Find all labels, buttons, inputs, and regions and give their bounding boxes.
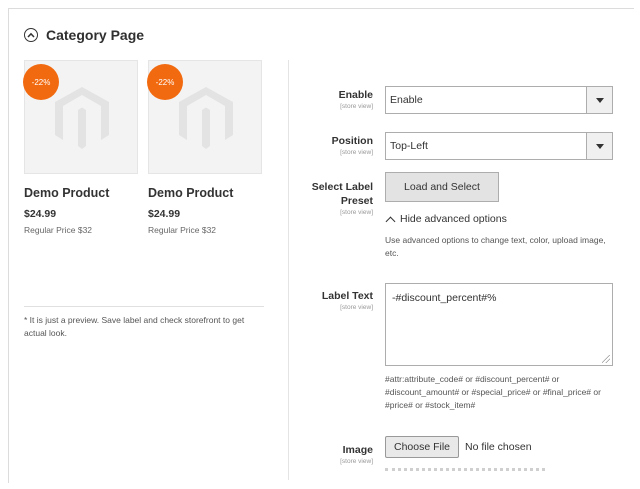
dropdown-arrow-icon[interactable] [586,133,612,159]
dropdown-arrow-icon[interactable] [586,87,612,113]
product-thumbnail: -22% [147,60,262,174]
position-select-value: Top-Left [390,140,428,152]
label-text-variables: #attr:attribute_code# or #discount_perce… [385,374,601,411]
column-divider [288,60,289,480]
product-regular-price: Regular Price $32 [148,225,217,235]
label-text-scope: [store view] [340,304,373,312]
position-scope: [store view] [340,149,373,157]
image-label: Image [store view] [277,443,373,467]
enable-label-text: Enable [338,89,373,101]
preset-label-line2: Preset [340,195,373,208]
discount-badge: -22% [23,64,59,100]
label-text-label: Label Text [store view] [277,289,373,313]
hide-advanced-toggle[interactable]: Hide advanced options [385,213,507,226]
truncated-help-text [385,468,545,472]
section-header[interactable]: Category Page [24,27,144,43]
collapse-circle-icon[interactable] [24,28,38,42]
product-price: $24.99 [148,208,181,220]
enable-select[interactable]: Enable [385,86,613,114]
chevron-up-icon [385,216,396,226]
image-scope: [store view] [340,458,373,466]
hide-advanced-text: Hide advanced options [400,213,507,225]
preset-label: Select Label Preset [store view] [277,180,373,218]
load-and-select-button[interactable]: Load and Select [385,172,499,202]
preview-note: * It is just a preview. Save label and c… [24,315,245,339]
position-label: Position [store view] [277,134,373,158]
preset-scope: [store view] [340,209,373,217]
product-thumbnail: -22% [23,60,138,174]
label-text-label-text: Label Text [321,290,373,302]
advanced-help-text: Use advanced options to change text, col… [385,235,606,259]
label-text-value: -#discount_percent#% [392,292,497,304]
preview-product: -22% Demo Product $24.99 Regular Price $… [23,60,138,235]
position-select[interactable]: Top-Left [385,132,613,160]
enable-scope: [store view] [340,103,373,111]
resize-handle-icon[interactable] [602,355,610,363]
image-label-text: Image [342,444,373,456]
enable-label: Enable [store view] [277,88,373,112]
file-status: No file chosen [465,441,532,453]
product-regular-price: Regular Price $32 [24,225,93,235]
label-text-textarea[interactable]: -#discount_percent#% [385,283,613,366]
preview-product: -22% Demo Product $24.99 Regular Price $… [147,60,262,235]
enable-select-value: Enable [390,94,423,106]
position-label-text: Position [331,135,373,147]
magento-logo-icon [179,87,233,149]
section-title: Category Page [46,27,145,43]
magento-logo-icon [55,87,109,149]
choose-file-button[interactable]: Choose File [385,436,459,458]
product-price: $24.99 [24,208,57,220]
product-name: Demo Product [148,186,234,200]
preview-divider [24,306,264,307]
preset-label-line1: Select Label [311,181,373,193]
discount-badge: -22% [147,64,183,100]
product-name: Demo Product [24,186,110,200]
